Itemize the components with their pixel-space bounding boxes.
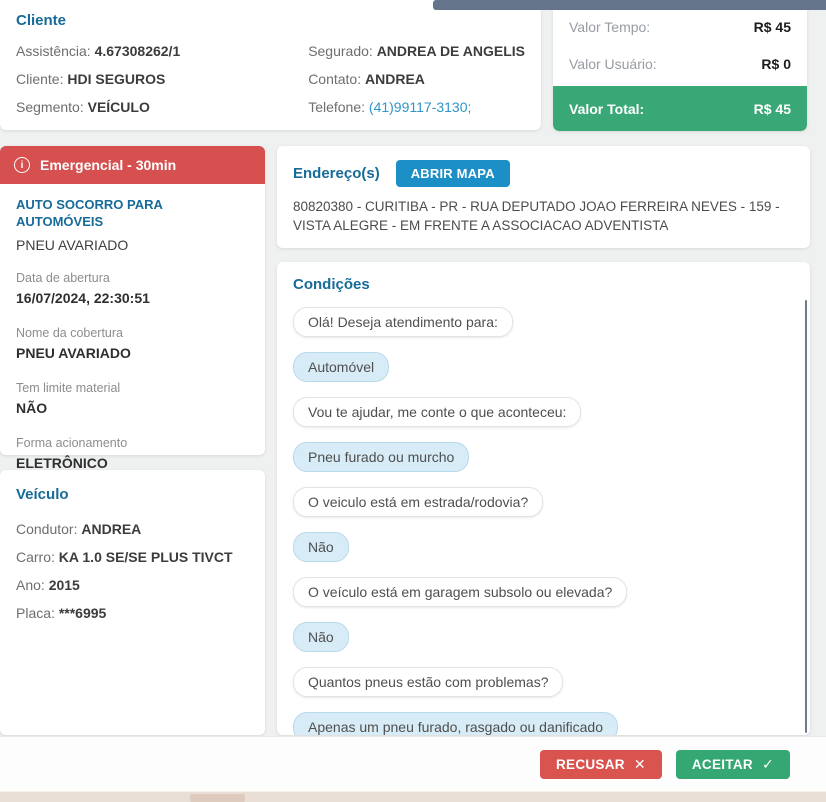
chat-bubble-question: O veiculo está em estrada/rodovia? <box>293 487 543 517</box>
open-date-field: Data de abertura 16/07/2024, 22:30:51 <box>16 270 249 308</box>
reject-button[interactable]: RECUSAR ✕ <box>540 750 662 779</box>
accept-button[interactable]: ACEITAR ✓ <box>676 750 790 779</box>
service-title: AUTO SOCORRO PARA AUTOMÓVEIS <box>16 196 249 230</box>
background-window-strip <box>0 791 826 802</box>
phone-link[interactable]: (41)99117-3130; <box>369 99 471 115</box>
chat-bubble-answer: Automóvel <box>293 352 389 382</box>
contact-row: Contato: ANDREA <box>308 65 525 93</box>
chat-scrollbar[interactable] <box>805 300 807 733</box>
action-footer: RECUSAR ✕ ACEITAR ✓ <box>0 736 826 791</box>
check-icon: ✓ <box>762 756 774 773</box>
reject-button-label: RECUSAR <box>556 757 625 772</box>
plate-row: Placa: ***6995 <box>16 599 249 627</box>
service-subtitle: PNEU AVARIADO <box>16 237 249 253</box>
valor-total-row: Valor Total: R$ 45 <box>553 86 807 131</box>
coverage-name-field: Nome da cobertura PNEU AVARIADO <box>16 325 249 363</box>
activation-type-field: Forma acionamento ELETRÔNICO <box>16 435 249 473</box>
chat-bubble-question: Quantos pneus estão com problemas? <box>293 667 563 697</box>
chat-transcript: Olá! Deseja atendimento para: Automóvel … <box>293 307 794 735</box>
address-card-title: Endereço(s) <box>293 165 380 182</box>
assistance-number-row: Assistência: 4.67308262/1 <box>16 37 308 65</box>
background-window-scroll-thumb <box>190 794 245 802</box>
conditions-card-title: Condições <box>293 276 794 293</box>
chat-bubble-answer: Não <box>293 532 349 562</box>
segment-row: Segmento: VEÍCULO <box>16 93 308 121</box>
address-card: Endereço(s) ABRIR MAPA 80820380 - CURITI… <box>277 146 810 248</box>
phone-row: Telefone: (41)99117-3130; <box>308 93 525 121</box>
info-icon: i <box>14 157 30 173</box>
client-name-row: Cliente: HDI SEGUROS <box>16 65 308 93</box>
client-card: Cliente Assistência: 4.67308262/1 Client… <box>0 0 541 130</box>
chat-bubble-question: Vou te ajudar, me conte o que aconteceu: <box>293 397 581 427</box>
chat-bubble-question: O veículo está em garagem subsolo ou ele… <box>293 577 627 607</box>
open-map-button[interactable]: ABRIR MAPA <box>396 160 510 187</box>
insured-row: Segurado: ANDREA DE ANGELIS <box>308 37 525 65</box>
chat-bubble-answer: Apenas um pneu furado, rasgado ou danifi… <box>293 712 618 735</box>
close-icon: ✕ <box>634 756 646 773</box>
client-card-title: Cliente <box>16 12 525 29</box>
service-card: i Emergencial - 30min AUTO SOCORRO PARA … <box>0 146 265 455</box>
chat-bubble-answer: Pneu furado ou murcho <box>293 442 469 472</box>
chat-bubble-question: Olá! Deseja atendimento para: <box>293 307 513 337</box>
emergency-banner: i Emergencial - 30min <box>0 146 265 184</box>
car-year-row: Ano: 2015 <box>16 571 249 599</box>
valor-usuario-row: Valor Usuário: R$ 0 <box>553 44 807 83</box>
vehicle-card: Veículo Condutor: ANDREA Carro: KA 1.0 S… <box>0 470 265 735</box>
price-summary-card: Valor Tempo: R$ 45 Valor Usuário: R$ 0 V… <box>553 0 807 131</box>
top-window-bar <box>433 0 826 10</box>
driver-row: Condutor: ANDREA <box>16 515 249 543</box>
conditions-card: Condições Olá! Deseja atendimento para: … <box>277 262 810 735</box>
vehicle-card-title: Veículo <box>16 486 249 503</box>
emergency-banner-label: Emergencial - 30min <box>40 157 176 173</box>
car-model-row: Carro: KA 1.0 SE/SE PLUS TIVCT <box>16 543 249 571</box>
material-limit-field: Tem limite material NÃO <box>16 380 249 418</box>
address-text: 80820380 - CURITIBA - PR - RUA DEPUTADO … <box>293 197 794 235</box>
chat-bubble-answer: Não <box>293 622 349 652</box>
accept-button-label: ACEITAR <box>692 757 753 772</box>
